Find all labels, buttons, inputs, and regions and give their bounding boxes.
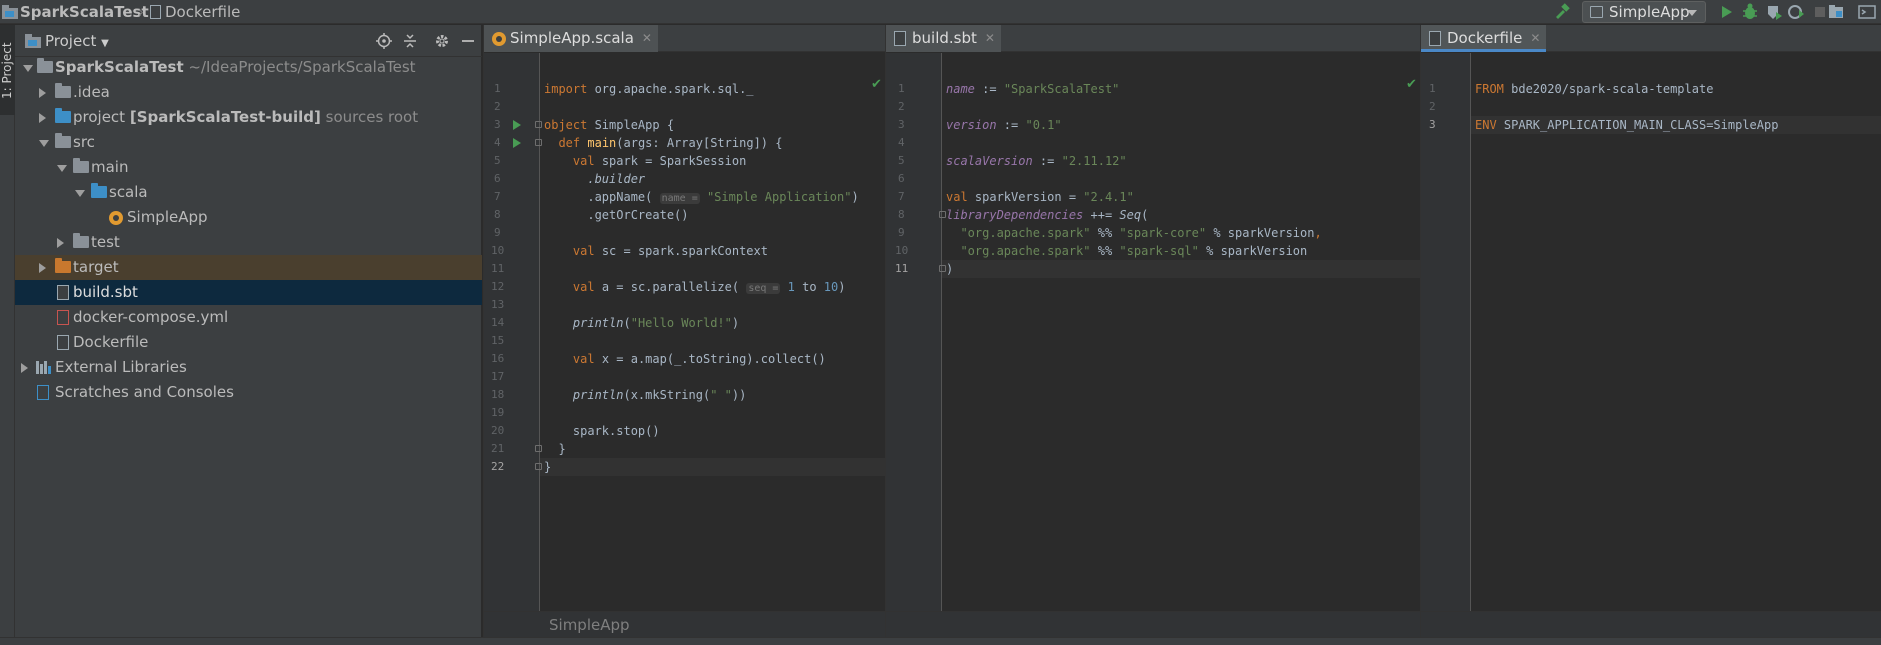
tree-item-root[interactable]: SparkScalaTest ~/IdeaProjects/SparkScala… xyxy=(15,55,482,80)
run-gutter-icon[interactable] xyxy=(513,120,521,130)
chevron-down-icon: ▼ xyxy=(101,38,109,49)
editor-breadcrumb-bar xyxy=(1421,611,1881,637)
fold-marker-icon[interactable] xyxy=(535,121,542,128)
folder-icon xyxy=(55,133,71,148)
library-icon xyxy=(36,361,52,374)
source-folder-icon xyxy=(91,183,107,198)
editor-tab-bar: SimpleApp.scala ✕ xyxy=(484,25,885,52)
breadcrumb[interactable]: SimpleApp xyxy=(549,616,630,634)
gear-icon[interactable] xyxy=(434,33,450,49)
collapse-all-icon[interactable] xyxy=(402,33,418,49)
bottom-tool-strip xyxy=(0,637,1881,645)
chevron-right-icon xyxy=(39,263,46,273)
excluded-folder-icon xyxy=(55,258,71,273)
fold-marker-icon[interactable] xyxy=(535,139,542,146)
chevron-down-icon xyxy=(75,190,85,197)
tree-item-target[interactable]: target xyxy=(15,255,482,280)
editor-breadcrumb-bar: SimpleApp xyxy=(484,611,885,637)
tree-item-scratches[interactable]: Scratches and Consoles xyxy=(15,380,482,405)
project-tool-window-button[interactable]: 1: Project xyxy=(0,25,15,115)
breadcrumb-separator: › xyxy=(138,3,144,21)
editor-dockerfile[interactable]: Dockerfile ✕ 1 2 3 FROM bde2020/spark-sc… xyxy=(1420,25,1881,645)
chevron-right-icon xyxy=(39,113,46,123)
breadcrumb-project[interactable]: SparkScalaTest xyxy=(20,0,149,24)
tree-item-scala[interactable]: scala xyxy=(15,180,482,205)
hide-panel-icon[interactable] xyxy=(460,33,476,49)
close-icon[interactable]: ✕ xyxy=(642,25,652,51)
editor-simpleapp[interactable]: SimpleApp.scala ✕ 1 2 3 4 5 6 7 8 9 10 1… xyxy=(483,25,886,645)
tree-item-idea[interactable]: .idea xyxy=(15,80,482,105)
chevron-down-icon xyxy=(57,165,67,172)
line-gutter xyxy=(886,53,942,633)
scala-object-icon xyxy=(109,211,123,225)
tree-item-docker-compose[interactable]: docker-compose.yml xyxy=(15,305,482,330)
scratches-icon xyxy=(37,385,49,400)
editor-build-sbt[interactable]: build.sbt ✕ 1 2 3 4 5 6 7 8 9 10 11 ✔ na… xyxy=(885,25,1421,645)
folder-icon xyxy=(55,83,71,98)
tree-item-src[interactable]: src xyxy=(15,130,482,155)
project-view-icon xyxy=(25,34,41,48)
tree-item-dockerfile[interactable]: Dockerfile xyxy=(15,330,482,355)
editor-breadcrumb-bar xyxy=(886,611,1420,637)
tab-build-sbt[interactable]: build.sbt ✕ xyxy=(886,25,1001,52)
project-panel-header: Project ▼ xyxy=(15,25,482,57)
sbt-file-icon xyxy=(57,285,69,300)
run-config-icon xyxy=(1590,6,1603,18)
terminal-icon[interactable] xyxy=(1857,2,1877,22)
tree-item-main[interactable]: main xyxy=(15,155,482,180)
navigation-bar: SparkScalaTest › Dockerfile SimpleApp xyxy=(0,0,1881,24)
coverage-icon[interactable] xyxy=(1764,2,1784,22)
current-line-highlight xyxy=(942,260,1421,278)
breadcrumb-file[interactable]: Dockerfile xyxy=(165,0,240,24)
fold-marker-icon[interactable] xyxy=(535,463,542,470)
run-icon[interactable] xyxy=(1716,2,1736,22)
project-folder-icon xyxy=(2,5,18,19)
tab-simpleapp-scala[interactable]: SimpleApp.scala ✕ xyxy=(484,25,658,52)
tree-item-build-sbt[interactable]: build.sbt xyxy=(15,280,482,305)
close-icon[interactable]: ✕ xyxy=(985,25,995,51)
run-configuration-select[interactable]: SimpleApp xyxy=(1582,1,1706,23)
chevron-down-icon xyxy=(23,65,33,72)
fold-marker-icon[interactable] xyxy=(939,265,946,272)
editor-tab-bar: build.sbt ✕ xyxy=(886,25,1420,52)
run-gutter-icon[interactable] xyxy=(513,138,521,148)
tree-item-simpleapp[interactable]: SimpleApp xyxy=(15,205,482,230)
project-view-selector[interactable]: Project ▼ xyxy=(45,32,109,50)
editor-tab-bar: Dockerfile ✕ xyxy=(1421,25,1881,52)
left-tool-strip xyxy=(0,25,15,645)
current-line-highlight xyxy=(540,458,886,476)
project-panel: Project ▼ SparkScalaTest ~/IdeaProjects/… xyxy=(15,25,482,645)
close-icon[interactable]: ✕ xyxy=(1530,25,1540,51)
line-gutter xyxy=(1421,53,1471,633)
chevron-right-icon xyxy=(39,88,46,98)
fold-marker-icon[interactable] xyxy=(939,211,946,218)
tree-item-test[interactable]: test xyxy=(15,230,482,255)
chevron-right-icon xyxy=(21,363,28,373)
file-icon xyxy=(57,335,69,350)
scala-object-icon xyxy=(492,32,506,46)
fold-marker-icon[interactable] xyxy=(535,445,542,452)
tab-dockerfile[interactable]: Dockerfile ✕ xyxy=(1421,25,1547,52)
inspection-ok-icon[interactable]: ✔ xyxy=(1406,77,1417,92)
build-hammer-icon[interactable] xyxy=(1552,2,1572,22)
locate-target-icon[interactable] xyxy=(376,33,392,49)
tree-item-external-libraries[interactable]: External Libraries xyxy=(15,355,482,380)
sbt-file-icon xyxy=(894,31,906,46)
module-folder-icon xyxy=(37,58,53,73)
profile-icon[interactable] xyxy=(1786,2,1806,22)
chevron-right-icon xyxy=(57,238,64,248)
source-folder-icon xyxy=(55,108,71,123)
inspection-ok-icon[interactable]: ✔ xyxy=(871,77,882,92)
file-icon xyxy=(1429,31,1441,46)
chevron-down-icon xyxy=(39,140,49,147)
debug-icon[interactable] xyxy=(1740,2,1760,22)
folder-icon xyxy=(73,158,89,173)
folder-icon xyxy=(73,233,89,248)
yaml-file-icon xyxy=(57,310,69,325)
project-structure-icon[interactable] xyxy=(1826,2,1846,22)
tree-item-project[interactable]: project [SparkScalaTest-build] sources r… xyxy=(15,105,482,130)
chevron-down-icon xyxy=(1687,10,1697,16)
file-icon xyxy=(150,5,161,19)
